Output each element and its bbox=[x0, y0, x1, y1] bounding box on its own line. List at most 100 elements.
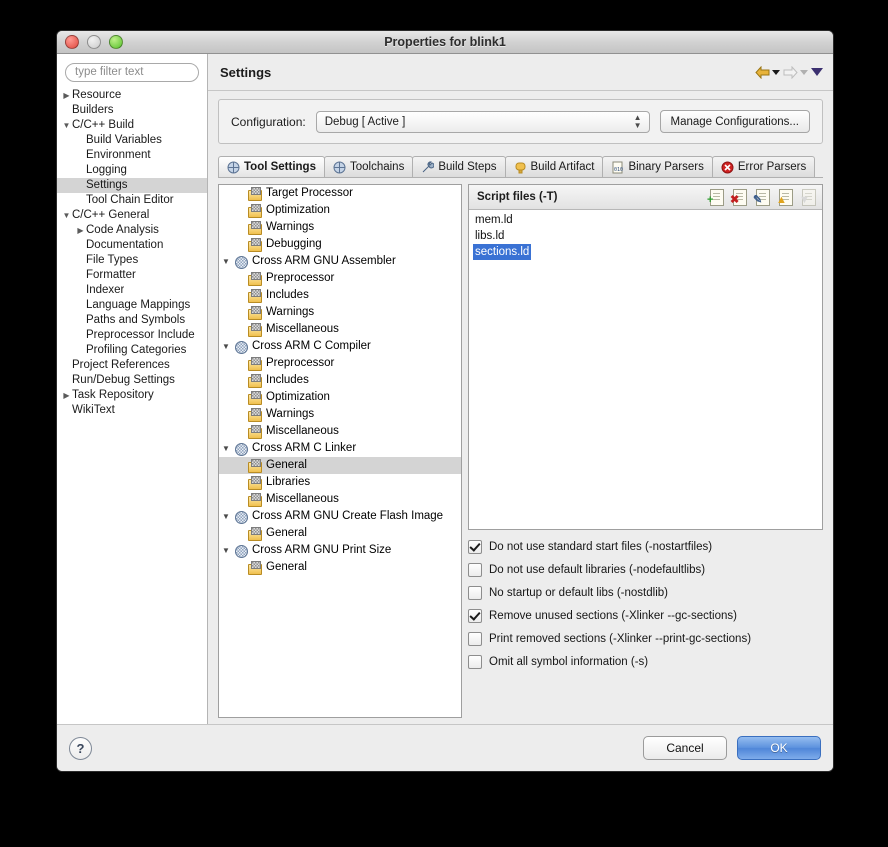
tool-tree-item[interactable]: Preprocessor bbox=[219, 270, 461, 287]
sidebar-item-paths-and-symbols[interactable]: Paths and Symbols bbox=[57, 313, 207, 328]
tab-error-parsers[interactable]: Error Parsers bbox=[711, 156, 816, 177]
configuration-select[interactable]: Debug [ Active ] ▲ ▼ bbox=[315, 110, 650, 133]
twisty-expanded-icon[interactable]: ▼ bbox=[219, 253, 233, 270]
tab-toolchains[interactable]: Toolchains bbox=[323, 156, 414, 177]
tool-tree-item[interactable]: Includes bbox=[219, 287, 461, 304]
checkbox-unchecked-icon[interactable] bbox=[468, 655, 482, 669]
move-up-icon[interactable]: ▲ bbox=[776, 189, 793, 206]
cancel-button[interactable]: Cancel bbox=[643, 736, 727, 760]
tool-tree-item[interactable]: Includes bbox=[219, 372, 461, 389]
footer-buttons: Cancel OK bbox=[643, 736, 821, 760]
settings-tree[interactable]: ▶ Resource Builders ▼ C/C++ Build Build Varia… bbox=[57, 88, 207, 725]
checkbox-unchecked-icon[interactable] bbox=[468, 632, 482, 646]
view-menu-chevron-down-icon[interactable] bbox=[811, 68, 823, 76]
checkbox-unchecked-icon[interactable] bbox=[468, 563, 482, 577]
twisty-expanded-icon[interactable]: ▼ bbox=[219, 542, 233, 559]
tab-binary-parsers[interactable]: 010 Binary Parsers bbox=[602, 156, 713, 177]
ok-button[interactable]: OK bbox=[737, 736, 821, 760]
tool-tree-item[interactable]: Miscellaneous bbox=[219, 423, 461, 440]
close-window-button[interactable] bbox=[65, 35, 79, 49]
twisty-collapsed-icon[interactable]: ▶ bbox=[61, 88, 72, 103]
tool-tree-item[interactable]: General bbox=[219, 525, 461, 542]
sidebar-item-resource[interactable]: ▶ Resource bbox=[57, 88, 207, 103]
tool-tree-item[interactable]: Debugging bbox=[219, 236, 461, 253]
tool-tree-item[interactable]: Warnings bbox=[219, 219, 461, 236]
sidebar-item-c-c-build[interactable]: ▼ C/C++ Build bbox=[57, 118, 207, 133]
script-file-item[interactable]: sections.ld bbox=[469, 244, 822, 260]
checkbox-checked-icon[interactable] bbox=[468, 540, 482, 554]
tool-tree-item[interactable]: Miscellaneous bbox=[219, 321, 461, 338]
settings-tabbar[interactable]: Tool Settings Toolchains Build Steps Build … bbox=[218, 156, 823, 177]
tool-tree-item[interactable]: ▼ Cross ARM C Linker bbox=[219, 440, 461, 457]
sidebar-item-profiling-categories[interactable]: Profiling Categories bbox=[57, 343, 207, 358]
sidebar-item-tool-chain-editor[interactable]: Tool Chain Editor bbox=[57, 193, 207, 208]
sidebar-item-wikitext[interactable]: WikiText bbox=[57, 403, 207, 418]
tool-tree-item[interactable]: ▼ Cross ARM GNU Create Flash Image bbox=[219, 508, 461, 525]
sidebar-item-environment[interactable]: Environment bbox=[57, 148, 207, 163]
linker-option-row[interactable]: Do not use standard start files (-nostar… bbox=[468, 540, 823, 554]
tool-tree-item[interactable]: Miscellaneous bbox=[219, 491, 461, 508]
sidebar-item-documentation[interactable]: Documentation bbox=[57, 238, 207, 253]
tab-build-steps[interactable]: Build Steps bbox=[412, 156, 506, 177]
sidebar-item-c-c-general[interactable]: ▼ C/C++ General bbox=[57, 208, 207, 223]
sidebar-item-settings[interactable]: Settings bbox=[57, 177, 207, 193]
tool-tree-item[interactable]: General bbox=[219, 457, 461, 474]
sidebar-item-project-references[interactable]: Project References bbox=[57, 358, 207, 373]
filter-input[interactable] bbox=[65, 62, 199, 82]
tool-tree-item[interactable]: Libraries bbox=[219, 474, 461, 491]
script-file-item[interactable]: mem.ld bbox=[469, 212, 822, 228]
linker-option-row[interactable]: Do not use default libraries (-nodefault… bbox=[468, 563, 823, 577]
sidebar-item-formatter[interactable]: Formatter bbox=[57, 268, 207, 283]
twisty-expanded-icon[interactable]: ▼ bbox=[61, 208, 72, 223]
script-files-toolbar[interactable]: + ✖ ✎ ▲ ▼ bbox=[707, 189, 816, 206]
sidebar-item-logging[interactable]: Logging bbox=[57, 163, 207, 178]
linker-option-row[interactable]: No startup or default libs (-nostdlib) bbox=[468, 586, 823, 600]
twisty-collapsed-icon[interactable]: ▶ bbox=[75, 223, 86, 238]
tool-tree-item[interactable]: Optimization bbox=[219, 202, 461, 219]
delete-file-icon[interactable]: ✖ bbox=[730, 189, 747, 206]
tool-tree-item[interactable]: Warnings bbox=[219, 406, 461, 423]
tool-tree-item[interactable]: ▼ Cross ARM GNU Print Size bbox=[219, 542, 461, 559]
script-file-item[interactable]: libs.ld bbox=[469, 228, 822, 244]
manage-configurations-button[interactable]: Manage Configurations... bbox=[659, 110, 810, 133]
linker-options-checkboxes[interactable]: Do not use standard start files (-nostar… bbox=[468, 540, 823, 669]
tool-tree-item[interactable]: ▼ Cross ARM C Compiler bbox=[219, 338, 461, 355]
add-file-icon[interactable]: + bbox=[707, 189, 724, 206]
linker-option-row[interactable]: Remove unused sections (-Xlinker --gc-se… bbox=[468, 609, 823, 623]
script-files-list[interactable]: mem.ld libs.ld sections.ld bbox=[469, 210, 822, 529]
tab-tool-settings[interactable]: Tool Settings bbox=[218, 156, 325, 177]
sidebar-item-language-mappings[interactable]: Language Mappings bbox=[57, 298, 207, 313]
twisty-expanded-icon[interactable]: ▼ bbox=[61, 118, 72, 133]
twisty-collapsed-icon[interactable]: ▶ bbox=[61, 388, 72, 403]
sidebar-item-run-debug-settings[interactable]: Run/Debug Settings bbox=[57, 373, 207, 388]
sidebar-item-builders[interactable]: Builders bbox=[57, 103, 207, 118]
tool-tree-item[interactable]: ▼ Cross ARM GNU Assembler bbox=[219, 253, 461, 270]
sidebar-item-indexer[interactable]: Indexer bbox=[57, 283, 207, 298]
sidebar-item-build-variables[interactable]: Build Variables bbox=[57, 133, 207, 148]
sidebar-item-code-analysis[interactable]: ▶ Code Analysis bbox=[57, 223, 207, 238]
checkbox-unchecked-icon[interactable] bbox=[468, 586, 482, 600]
help-question-icon[interactable]: ? bbox=[69, 736, 92, 760]
zoom-window-button[interactable] bbox=[109, 35, 123, 49]
back-button[interactable] bbox=[755, 65, 780, 79]
back-menu-chevron-down-icon[interactable] bbox=[772, 69, 780, 75]
tool-options-tree[interactable]: Target Processor Optimization Warnings Debu… bbox=[218, 184, 462, 718]
twisty-expanded-icon[interactable]: ▼ bbox=[219, 508, 233, 525]
sidebar-item-preprocessor-include[interactable]: Preprocessor Include bbox=[57, 328, 207, 343]
linker-option-row[interactable]: Print removed sections (-Xlinker --print… bbox=[468, 632, 823, 646]
tab-build-artifact[interactable]: Build Artifact bbox=[504, 156, 604, 177]
twisty-expanded-icon[interactable]: ▼ bbox=[219, 338, 233, 355]
minimize-window-button[interactable] bbox=[87, 35, 101, 49]
tool-tree-item[interactable]: Target Processor bbox=[219, 185, 461, 202]
settings-page: Settings Configuration: Debug [Active]… bbox=[208, 54, 833, 724]
edit-file-icon[interactable]: ✎ bbox=[753, 189, 770, 206]
tool-tree-item[interactable]: Preprocessor bbox=[219, 355, 461, 372]
sidebar-item-file-types[interactable]: File Types bbox=[57, 253, 207, 268]
tool-tree-item[interactable]: General bbox=[219, 559, 461, 576]
checkbox-checked-icon[interactable] bbox=[468, 609, 482, 623]
linker-option-row[interactable]: Omit all symbol information (-s) bbox=[468, 655, 823, 669]
tool-tree-item[interactable]: Warnings bbox=[219, 304, 461, 321]
tool-tree-item[interactable]: Optimization bbox=[219, 389, 461, 406]
twisty-expanded-icon[interactable]: ▼ bbox=[219, 440, 233, 457]
sidebar-item-task-repository[interactable]: ▶ Task Repository bbox=[57, 388, 207, 403]
